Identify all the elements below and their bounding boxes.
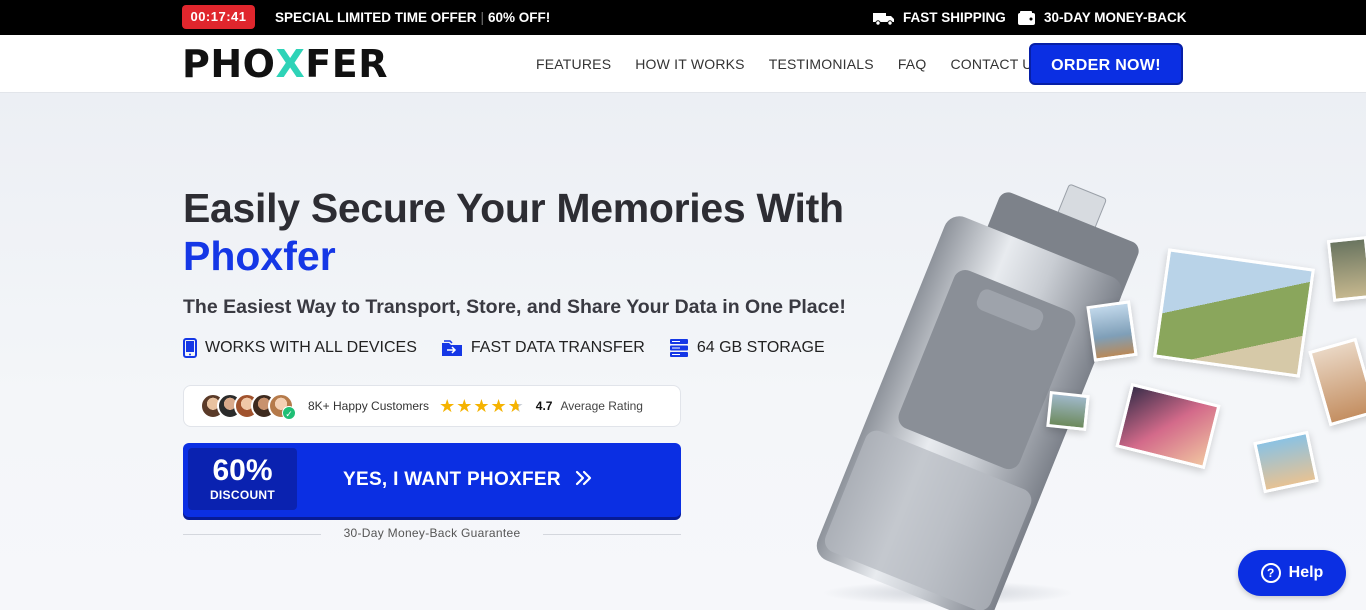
main-navbar: PHO X FER FEATURES HOW IT WORKS TESTIMONIA… bbox=[0, 35, 1366, 93]
photo-edge-thumbnail bbox=[1326, 236, 1366, 302]
folder-transfer-icon bbox=[441, 340, 462, 356]
phoxfer-logo[interactable]: PHO X FER bbox=[182, 42, 388, 86]
fast-shipping-perk: FAST SHIPPING bbox=[873, 0, 1006, 35]
discount-percent: 60% bbox=[212, 454, 273, 487]
verified-check-icon: ✓ bbox=[282, 406, 296, 420]
happy-customers-text: 8K+ Happy Customers bbox=[308, 399, 430, 413]
double-chevron-right-icon bbox=[575, 470, 592, 486]
truck-icon bbox=[873, 12, 894, 26]
money-back-perk: 30-DAY MONEY-BACK bbox=[1018, 0, 1187, 35]
order-now-button[interactable]: ORDER NOW! bbox=[1029, 43, 1183, 85]
feature-devices-label: WORKS WITH ALL DEVICES bbox=[205, 339, 417, 356]
logo-text-start: PHO bbox=[182, 42, 276, 86]
wallet-icon bbox=[1018, 10, 1035, 25]
phone-icon bbox=[183, 338, 197, 358]
social-proof-bar: ✓ 8K+ Happy Customers ★ ★ ★ ★ ★ 4.7 Aver… bbox=[183, 385, 681, 427]
star-icon: ★ bbox=[439, 396, 456, 416]
star-icon: ★ bbox=[456, 396, 473, 416]
feature-list: WORKS WITH ALL DEVICES FAST DATA TRANSFE… bbox=[183, 338, 849, 358]
hero-headline: Easily Secure Your Memories With bbox=[183, 185, 844, 231]
feature-transfer-label: FAST DATA TRANSFER bbox=[470, 339, 645, 356]
discount-badge: 60% DISCOUNT bbox=[188, 448, 297, 510]
hero-section: Easily Secure Your Memories With Phoxfer… bbox=[0, 93, 1366, 610]
money-back-guarantee: 30-Day Money-Back Guarantee bbox=[183, 526, 681, 540]
storage-icon bbox=[669, 339, 688, 357]
photo-lake-thumbnail bbox=[1046, 391, 1090, 431]
logo-text-end: FER bbox=[305, 42, 388, 86]
money-back-label: 30-DAY MONEY-BACK bbox=[1044, 10, 1187, 25]
shipping-label: FAST SHIPPING bbox=[903, 10, 1006, 25]
usb-drive-illustration bbox=[816, 184, 1139, 610]
cta-label: YES, I WANT PHOXFER bbox=[343, 469, 561, 490]
star-rating: ★ ★ ★ ★ ★ bbox=[439, 397, 524, 415]
feature-transfer: FAST DATA TRANSFER bbox=[441, 339, 645, 357]
photo-dog-thumbnail bbox=[1153, 248, 1315, 378]
offer-text: SPECIAL LIMITED TIME OFFER | 60% OFF! bbox=[275, 10, 551, 25]
countdown-timer: 00:17:41 bbox=[182, 5, 255, 29]
star-icon: ★ bbox=[490, 396, 507, 416]
nav-link-how-it-works[interactable]: HOW IT WORKS bbox=[635, 56, 744, 72]
star-icon: ★ bbox=[473, 396, 490, 416]
feature-devices: WORKS WITH ALL DEVICES bbox=[183, 338, 417, 358]
half-star-icon: ★ bbox=[507, 396, 524, 416]
offer-discount: 60% OFF! bbox=[488, 10, 551, 25]
nav-link-testimonials[interactable]: TESTIMONIALS bbox=[769, 56, 874, 72]
discount-label: DISCOUNT bbox=[209, 488, 276, 502]
customer-avatars: ✓ bbox=[200, 392, 296, 420]
question-icon: ? bbox=[1260, 563, 1281, 583]
logo-x-mark: X bbox=[275, 42, 306, 86]
nav-links: FEATURES HOW IT WORKS TESTIMONIALS FAQ C… bbox=[536, 35, 1066, 93]
nav-link-features[interactable]: FEATURES bbox=[536, 56, 611, 72]
photo-beach-thumbnail bbox=[1086, 300, 1138, 362]
top-announcement-bar: 00:17:41 SPECIAL LIMITED TIME OFFER | 60% … bbox=[0, 0, 1366, 35]
product-image bbox=[800, 153, 1366, 610]
hero-brand-name: Phoxfer bbox=[183, 233, 336, 279]
nav-link-faq[interactable]: FAQ bbox=[898, 56, 927, 72]
rating-label: Average Rating bbox=[560, 399, 643, 413]
help-button[interactable]: ? Help bbox=[1238, 550, 1346, 596]
rating-value: 4.7 bbox=[535, 399, 553, 413]
help-label: Help bbox=[1288, 564, 1324, 581]
yes-i-want-phoxfer-button[interactable]: 60% DISCOUNT YES, I WANT PHOXFER bbox=[183, 443, 681, 517]
offer-label: SPECIAL LIMITED TIME OFFER bbox=[275, 10, 477, 25]
hero-subheadline: The Easiest Way to Transport, Store, and… bbox=[183, 296, 846, 318]
